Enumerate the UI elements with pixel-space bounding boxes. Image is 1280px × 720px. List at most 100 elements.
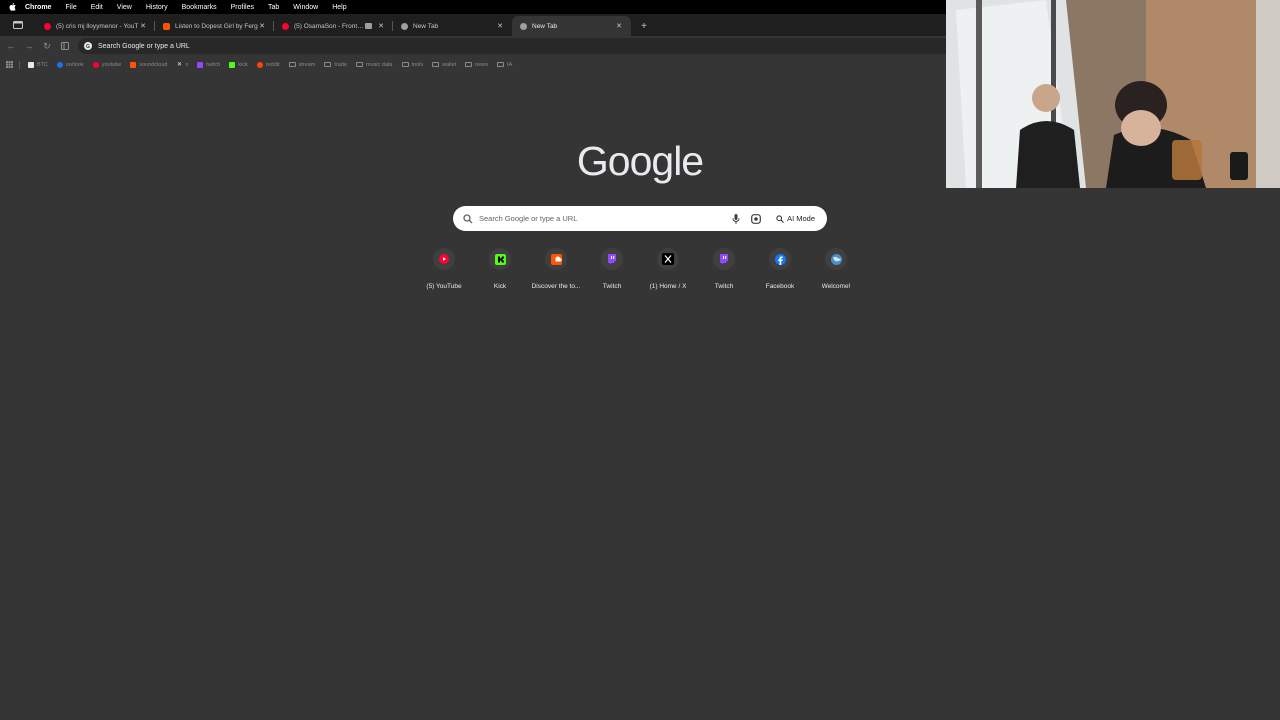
address-bar-placeholder: Search Google or type a URL	[98, 42, 190, 50]
apple-icon[interactable]	[9, 3, 17, 12]
tab-media-icon	[365, 23, 372, 29]
youtube-icon	[282, 22, 289, 30]
bookmark-label: youtube	[101, 61, 122, 68]
close-icon[interactable]: ✕	[139, 22, 147, 30]
shortcut-facebook[interactable]: Facebook	[752, 248, 808, 292]
bookmark-reddit[interactable]: reddit	[256, 61, 280, 68]
bookmark-btc[interactable]: BTC	[28, 61, 48, 68]
voice-search-button[interactable]	[730, 213, 742, 225]
forward-button[interactable]: →	[20, 37, 38, 55]
menu-file[interactable]: File	[65, 4, 76, 11]
ai-search-icon	[776, 214, 784, 223]
search-input[interactable]: Search Google or type a URL	[479, 214, 722, 223]
tab-soundcloud[interactable]: Listen to Dopest Girl by Ferg ✕	[155, 16, 274, 36]
shortcut-welcome[interactable]: Welcome!	[808, 248, 864, 292]
bookmark-folder-trade[interactable]: trade	[324, 62, 347, 68]
shortcut-label: Facebook	[765, 283, 795, 290]
tab-new-tab[interactable]: New Tab ✕	[393, 16, 512, 36]
globe-icon	[830, 253, 842, 265]
menu-history[interactable]: History	[146, 4, 168, 11]
bookmark-folder-ia[interactable]: IA	[497, 62, 512, 68]
menu-bookmarks[interactable]: Bookmarks	[182, 4, 217, 11]
tab-search-button[interactable]	[0, 14, 36, 36]
close-icon[interactable]: ✕	[615, 22, 623, 30]
browser-toolbar: ← → ↻ G Search Google or type a URL	[0, 36, 946, 56]
shortcut-label: Twitch	[602, 283, 622, 290]
bookmark-folder-music-data[interactable]: music data	[355, 61, 393, 68]
bookmark-kick[interactable]: kick	[229, 61, 248, 68]
shortcuts-grid: (5) YouTube Kick Discover the to... Twit…	[416, 248, 864, 292]
new-tab-button[interactable]: +	[637, 19, 651, 33]
shortcut-youtube[interactable]: (5) YouTube	[416, 248, 472, 292]
bookmark-outlook[interactable]: outlook	[57, 61, 84, 68]
bookmark-label: soundcloud	[139, 61, 168, 68]
tab-youtube-osamason[interactable]: (5) OsamaSon - Frontin - ✕	[274, 16, 393, 36]
shortcut-tile	[713, 248, 735, 270]
camera-lens-icon	[751, 213, 761, 224]
shortcut-tile	[489, 248, 511, 270]
google-search-box[interactable]: Search Google or type a URL AI Mode	[453, 206, 827, 231]
tab-new-tab-active[interactable]: New Tab ✕	[512, 16, 631, 36]
shortcut-label: (5) YouTube	[426, 283, 462, 290]
shortcut-kick[interactable]: Kick	[472, 248, 528, 292]
tab-title: New Tab	[413, 22, 439, 30]
youtube-icon	[439, 254, 449, 264]
bookmark-youtube[interactable]: youtube	[92, 61, 122, 68]
menu-chrome[interactable]: Chrome	[25, 4, 51, 11]
back-button[interactable]: ←	[2, 37, 20, 55]
webcam-overlay	[946, 0, 1280, 188]
menu-profiles[interactable]: Profiles	[231, 4, 254, 11]
chrome-icon	[520, 22, 527, 30]
apps-grid-icon[interactable]	[6, 61, 13, 68]
bookmark-folder-tools[interactable]: tools	[401, 62, 423, 68]
shortcut-label: (1) Home / X	[649, 283, 687, 290]
shortcut-soundcloud[interactable]: Discover the to...	[528, 248, 584, 292]
twitch-icon	[720, 253, 728, 264]
x-icon	[662, 253, 674, 265]
bookmark-folder-wallet[interactable]: wallet	[432, 62, 456, 68]
bookmark-label: music data	[365, 61, 393, 68]
bookmark-label: twitch	[206, 61, 221, 68]
bookmark-soundcloud[interactable]: soundcloud	[130, 61, 168, 68]
menu-view[interactable]: View	[117, 4, 132, 11]
tab-strip: (5) cris mj lloyymenor - YouT ✕ Listen t…	[0, 14, 946, 36]
shortcut-label: Discover the to...	[531, 283, 581, 290]
reload-button[interactable]: ↻	[38, 37, 56, 55]
folder-icon	[497, 62, 505, 67]
reload-icon: ↻	[43, 40, 51, 51]
shortcut-x-home[interactable]: (1) Home / X	[640, 248, 696, 292]
bookmark-twitch[interactable]: twitch	[197, 61, 221, 68]
bookmark-x[interactable]: ✕ x	[176, 62, 188, 68]
bookmark-label: wallet	[442, 61, 457, 68]
shortcut-twitch-2[interactable]: Twitch	[696, 248, 752, 292]
menu-help[interactable]: Help	[332, 4, 346, 11]
bookmark-folder-news[interactable]: news	[465, 62, 488, 68]
lens-search-button[interactable]	[750, 213, 762, 225]
facebook-icon	[774, 253, 786, 265]
tab-title: New Tab	[532, 22, 558, 30]
chrome-icon	[401, 22, 408, 30]
side-panel-icon	[61, 42, 69, 50]
close-icon[interactable]: ✕	[258, 22, 266, 30]
tab-youtube-cris[interactable]: (5) cris mj lloyymenor - YouT ✕	[36, 16, 155, 36]
svg-text:G: G	[86, 44, 90, 50]
bookmark-folder-stream[interactable]: stream	[288, 62, 315, 68]
tab-search-icon	[13, 21, 23, 29]
close-icon[interactable]: ✕	[496, 22, 504, 30]
soundcloud-icon	[130, 61, 137, 68]
shortcut-tile	[825, 248, 847, 270]
menu-edit[interactable]: Edit	[91, 4, 103, 11]
close-icon[interactable]: ✕	[377, 22, 385, 30]
side-panel-button[interactable]	[56, 37, 74, 55]
ai-mode-button[interactable]: AI Mode	[770, 210, 821, 227]
address-bar[interactable]: G Search Google or type a URL	[78, 38, 946, 54]
plus-icon: +	[641, 20, 647, 32]
shortcut-twitch-1[interactable]: Twitch	[584, 248, 640, 292]
kick-icon	[229, 61, 236, 68]
shortcut-tile	[433, 248, 455, 270]
menu-tab[interactable]: Tab	[268, 4, 279, 11]
shortcut-tile	[657, 248, 679, 270]
menu-window[interactable]: Window	[293, 4, 318, 11]
arrow-left-icon: ←	[6, 41, 16, 51]
search-icon	[463, 213, 473, 223]
